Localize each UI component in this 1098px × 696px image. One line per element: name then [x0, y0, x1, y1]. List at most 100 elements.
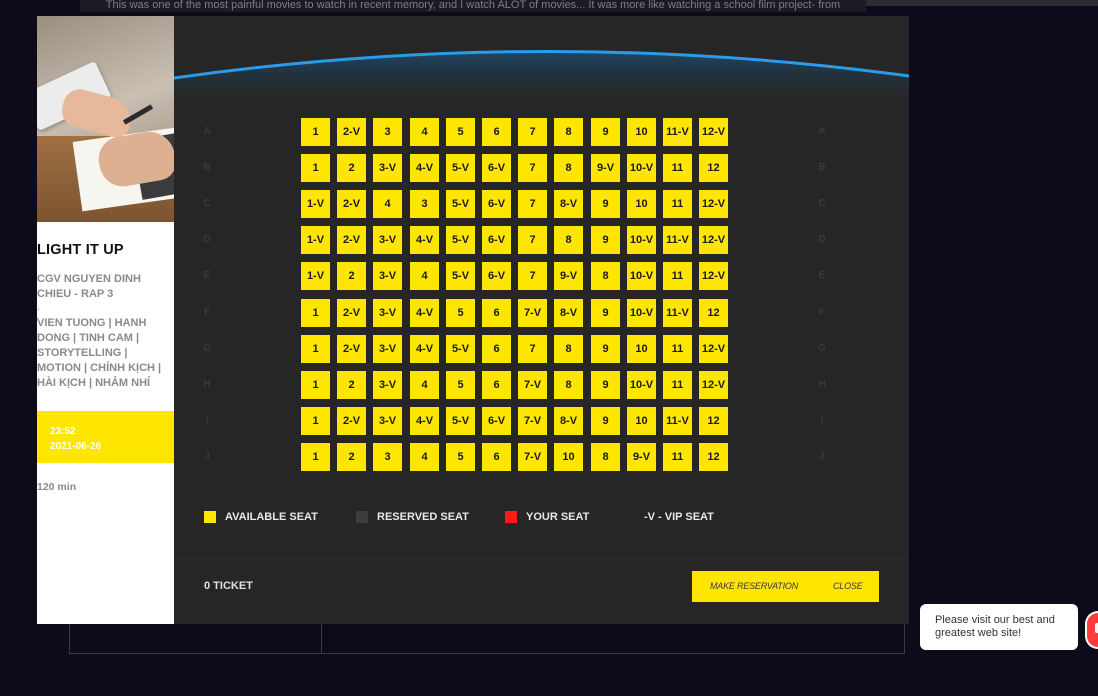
seat-i-11[interactable]: 11-V [663, 407, 692, 435]
seat-f-12[interactable]: 12 [699, 299, 728, 327]
seat-i-5[interactable]: 5-V [446, 407, 475, 435]
chat-launcher-button[interactable] [1085, 611, 1098, 649]
seat-g-10[interactable]: 10 [627, 335, 656, 363]
seat-h-7[interactable]: 7-V [518, 371, 547, 399]
seat-a-2[interactable]: 2-V [337, 118, 366, 146]
seat-d-5[interactable]: 5-V [446, 226, 475, 254]
seat-a-4[interactable]: 4 [410, 118, 439, 146]
seat-e-11[interactable]: 11 [663, 262, 692, 290]
seat-j-12[interactable]: 12 [699, 443, 728, 471]
seat-c-4[interactable]: 3 [410, 190, 439, 218]
seat-b-11[interactable]: 11 [663, 154, 692, 182]
seat-b-3[interactable]: 3-V [373, 154, 402, 182]
seat-f-7[interactable]: 7-V [518, 299, 547, 327]
seat-a-12[interactable]: 12-V [699, 118, 728, 146]
seat-g-1[interactable]: 1 [301, 335, 330, 363]
seat-g-11[interactable]: 11 [663, 335, 692, 363]
seat-h-6[interactable]: 6 [482, 371, 511, 399]
seat-d-11[interactable]: 11-V [663, 226, 692, 254]
close-button[interactable]: CLOSE [833, 571, 863, 602]
seat-h-10[interactable]: 10-V [627, 371, 656, 399]
seat-i-10[interactable]: 10 [627, 407, 656, 435]
seat-f-4[interactable]: 4-V [410, 299, 439, 327]
seat-f-6[interactable]: 6 [482, 299, 511, 327]
seat-h-3[interactable]: 3-V [373, 371, 402, 399]
seat-a-11[interactable]: 11-V [663, 118, 692, 146]
chat-bubble[interactable]: Please visit our best and greatest web s… [920, 604, 1078, 650]
seat-d-3[interactable]: 3-V [373, 226, 402, 254]
seat-d-10[interactable]: 10-V [627, 226, 656, 254]
seat-j-4[interactable]: 4 [410, 443, 439, 471]
seat-e-10[interactable]: 10-V [627, 262, 656, 290]
seat-i-9[interactable]: 9 [591, 407, 620, 435]
seat-f-11[interactable]: 11-V [663, 299, 692, 327]
seat-i-12[interactable]: 12 [699, 407, 728, 435]
seat-e-8[interactable]: 9-V [554, 262, 583, 290]
seat-d-6[interactable]: 6-V [482, 226, 511, 254]
seat-g-12[interactable]: 12-V [699, 335, 728, 363]
seat-e-1[interactable]: 1-V [301, 262, 330, 290]
seat-j-7[interactable]: 7-V [518, 443, 547, 471]
seat-d-2[interactable]: 2-V [337, 226, 366, 254]
seat-c-7[interactable]: 7 [518, 190, 547, 218]
seat-i-3[interactable]: 3-V [373, 407, 402, 435]
seat-h-4[interactable]: 4 [410, 371, 439, 399]
seat-c-3[interactable]: 4 [373, 190, 402, 218]
seat-j-5[interactable]: 5 [446, 443, 475, 471]
seat-i-8[interactable]: 8-V [554, 407, 583, 435]
seat-f-10[interactable]: 10-V [627, 299, 656, 327]
seat-b-6[interactable]: 6-V [482, 154, 511, 182]
seat-d-4[interactable]: 4-V [410, 226, 439, 254]
seat-b-8[interactable]: 8 [554, 154, 583, 182]
seat-b-2[interactable]: 2 [337, 154, 366, 182]
seat-h-2[interactable]: 2 [337, 371, 366, 399]
seat-e-9[interactable]: 8 [591, 262, 620, 290]
seat-e-7[interactable]: 7 [518, 262, 547, 290]
seat-j-9[interactable]: 8 [591, 443, 620, 471]
seat-h-5[interactable]: 5 [446, 371, 475, 399]
seat-j-1[interactable]: 1 [301, 443, 330, 471]
seat-j-2[interactable]: 2 [337, 443, 366, 471]
seat-c-11[interactable]: 11 [663, 190, 692, 218]
seat-j-11[interactable]: 11 [663, 443, 692, 471]
seat-g-7[interactable]: 7 [518, 335, 547, 363]
seat-f-3[interactable]: 3-V [373, 299, 402, 327]
seat-c-12[interactable]: 12-V [699, 190, 728, 218]
seat-i-1[interactable]: 1 [301, 407, 330, 435]
seat-d-8[interactable]: 8 [554, 226, 583, 254]
seat-e-3[interactable]: 3-V [373, 262, 402, 290]
seat-j-3[interactable]: 3 [373, 443, 402, 471]
seat-a-3[interactable]: 3 [373, 118, 402, 146]
seat-b-1[interactable]: 1 [301, 154, 330, 182]
seat-h-11[interactable]: 11 [663, 371, 692, 399]
seat-e-6[interactable]: 6-V [482, 262, 511, 290]
seat-d-12[interactable]: 12-V [699, 226, 728, 254]
seat-b-9[interactable]: 9-V [591, 154, 620, 182]
seat-b-7[interactable]: 7 [518, 154, 547, 182]
seat-e-5[interactable]: 5-V [446, 262, 475, 290]
seat-g-5[interactable]: 5-V [446, 335, 475, 363]
seat-j-8[interactable]: 10 [554, 443, 583, 471]
seat-a-7[interactable]: 7 [518, 118, 547, 146]
seat-j-6[interactable]: 6 [482, 443, 511, 471]
make-reservation-button[interactable]: MAKE RESERVATION [710, 571, 798, 602]
seat-h-1[interactable]: 1 [301, 371, 330, 399]
seat-j-10[interactable]: 9-V [627, 443, 656, 471]
seat-a-5[interactable]: 5 [446, 118, 475, 146]
seat-a-10[interactable]: 10 [627, 118, 656, 146]
seat-f-5[interactable]: 5 [446, 299, 475, 327]
seat-h-12[interactable]: 12-V [699, 371, 728, 399]
seat-g-8[interactable]: 8 [554, 335, 583, 363]
seat-d-7[interactable]: 7 [518, 226, 547, 254]
seat-h-9[interactable]: 9 [591, 371, 620, 399]
seat-c-8[interactable]: 8-V [554, 190, 583, 218]
seat-f-9[interactable]: 9 [591, 299, 620, 327]
seat-c-10[interactable]: 10 [627, 190, 656, 218]
seat-h-8[interactable]: 8 [554, 371, 583, 399]
seat-c-2[interactable]: 2-V [337, 190, 366, 218]
seat-e-4[interactable]: 4 [410, 262, 439, 290]
seat-b-4[interactable]: 4-V [410, 154, 439, 182]
seat-a-1[interactable]: 1 [301, 118, 330, 146]
seat-a-6[interactable]: 6 [482, 118, 511, 146]
seat-d-1[interactable]: 1-V [301, 226, 330, 254]
